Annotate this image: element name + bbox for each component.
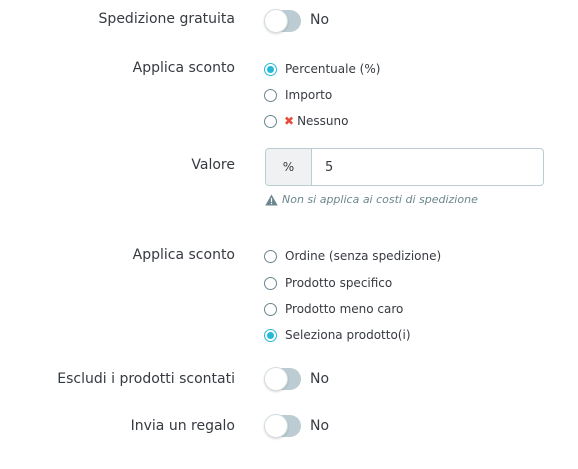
radio-selected-products[interactable]: Seleziona prodotto(i) [264,327,411,343]
radio-percentage[interactable]: Percentuale (%) [264,61,380,77]
radio-specific-product[interactable]: Prodotto specifico [264,275,392,291]
radio-specific-product-label: Prodotto specifico [285,276,393,290]
radio-none-label: Nessuno [297,114,349,128]
percent-addon: % [266,149,312,185]
send-gift-label: Invia un regalo [130,418,235,434]
radio-button[interactable] [264,88,277,102]
radio-button[interactable] [264,302,277,316]
radio-percentage-label: Percentuale (%) [285,62,381,76]
exclude-discounted-label: Escludi i prodotti scontati [57,371,235,387]
value-help-text: Non si applica ai costi di spedizione [282,193,478,206]
free-shipping-value: No [310,12,330,28]
switch-knob [264,367,288,391]
send-gift-switch[interactable] [264,414,301,438]
switch-knob [264,414,288,438]
switch-knob [264,9,288,33]
value-help: Non si applica ai costi di spedizione [265,193,478,206]
send-gift-value: No [310,418,330,434]
radio-selected-products-label: Seleziona prodotto(i) [285,328,411,342]
radio-button[interactable] [264,249,277,263]
radio-amount[interactable]: Importo [264,87,332,103]
free-shipping-label: Spedizione gratuita [98,11,235,27]
warning-icon [265,194,278,205]
radio-button[interactable] [264,114,277,128]
value-label: Valore [191,157,235,173]
radio-none[interactable]: ✖ Nessuno [264,113,348,129]
radio-order[interactable]: Ordine (senza spedizione) [264,248,441,264]
value-input-group: % [265,148,544,186]
free-shipping-switch[interactable] [264,9,301,33]
x-icon: ✖ [284,114,295,128]
radio-button[interactable] [264,276,277,290]
value-input[interactable] [312,149,543,185]
radio-order-label: Ordine (senza spedizione) [285,249,442,263]
exclude-discounted-value: No [310,371,330,387]
exclude-discounted-switch[interactable] [264,367,301,391]
radio-button[interactable] [264,62,277,76]
radio-cheapest-product-label: Prodotto meno caro [285,302,404,316]
radio-button[interactable] [264,328,277,342]
radio-cheapest-product[interactable]: Prodotto meno caro [264,301,403,317]
apply-discount-label: Applica sconto [132,60,235,76]
apply-discount-to-label: Applica sconto [132,247,235,263]
radio-amount-label: Importo [285,88,333,102]
